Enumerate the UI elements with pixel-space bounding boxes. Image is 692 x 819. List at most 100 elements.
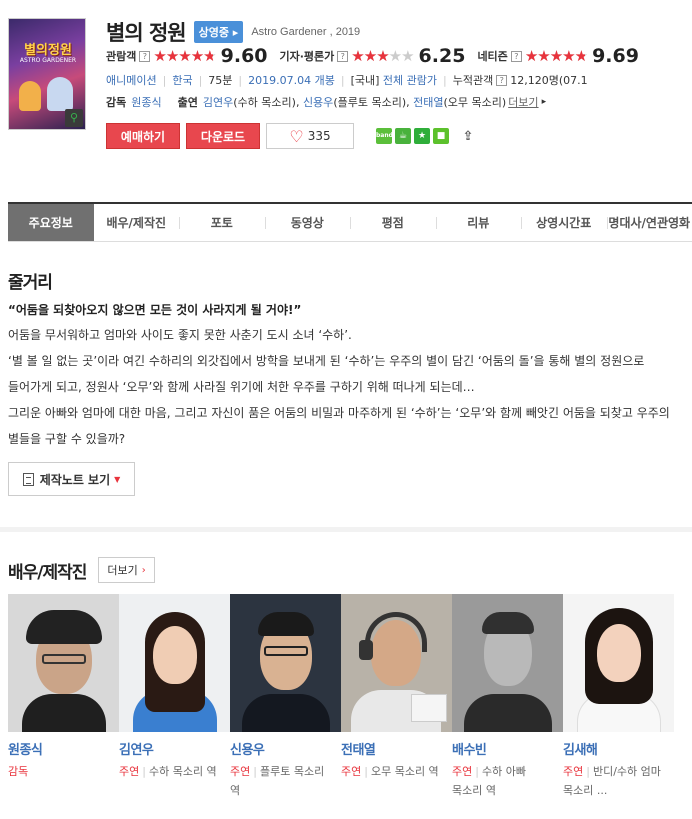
tab-rating[interactable]: 평점 [350,204,436,241]
person-photo[interactable] [8,594,119,732]
kakaostory-share-icon[interactable]: ☕ [395,128,411,144]
rating-score: 9.69 [592,45,639,67]
status-badge[interactable]: 상영중 ▸ [193,21,244,43]
action-buttons: 예매하기 다운로드 ♡ 335 band ☕ ★ ■ ⇪ [106,123,476,149]
audience-date: (07.1 [558,73,588,87]
like-button[interactable]: ♡ 335 [266,123,354,149]
director-link[interactable]: 원종식 [131,94,161,110]
person-photo[interactable] [341,594,452,732]
rating-label: 기자·평론가 [279,50,335,63]
ratings-row: 관람객 ? ★★★★★★★★★★ 9.60 기자·평론가 ? ★★★★★★★★★… [106,45,692,67]
person-name[interactable]: 배수빈 [452,739,563,758]
rating-netizen: 네티즌 ? ★★★★★ ★★★★★ 9.69 [477,45,639,67]
director-label: 감독 [106,96,127,109]
cast-list: 원종식 감독 김연우 주연 | 수하 목소리 역 신용우 주연 | 플루토 목소리 역 … [8,594,692,814]
chevron-right-icon: ▸ [541,97,547,107]
poster-character [19,81,41,111]
cast-card[interactable]: 신용우 주연 | 플루토 목소리 역 [230,594,341,814]
person-photo[interactable] [452,594,563,732]
reserve-button[interactable]: 예매하기 [106,123,180,149]
person-name[interactable]: 김연우 [119,739,230,758]
tab-video[interactable]: 동영상 [264,204,351,241]
production-notes-button[interactable]: 제작노트 보기 ▼ [8,462,135,496]
rating-score: 9.60 [220,45,268,67]
cast-card[interactable]: 김연우 주연 | 수하 목소리 역 [119,594,230,814]
cast-card[interactable]: 배수빈 주연 | 수하 아빠 목소리 역 [452,594,563,814]
person-name[interactable]: 원종식 [8,739,119,758]
poster-character [47,77,73,111]
synopsis-paragraph: ‘별 볼 일 없는 곳’이라 여긴 수하리의 외갓집에서 방학을 보내게 된 ‘… [8,354,645,394]
person-name[interactable]: 김새해 [563,739,674,758]
cast-link[interactable]: 전태열 [413,94,443,110]
cast-card[interactable]: 전태열 주연 | 오무 목소리 역 [341,594,452,814]
movie-header: 별의정원 ASTRO GARDENER ⚲ 별의 정원 상영중 ▸ Astro … [0,0,692,180]
zoom-icon[interactable]: ⚲ [65,109,83,127]
person-photo[interactable] [119,594,230,732]
audience-label: 누적관객 [452,74,494,87]
tab-showtimes[interactable]: 상영시간표 [521,204,607,241]
cast-more-button[interactable]: 더보기 › [98,557,155,583]
credits-row: 감독 원종식 출연 김연우 (수하 목소리), 신용우 (플루토 목소리), 전태열… [106,94,547,110]
rating-label: 관람객 [106,50,137,63]
band-share-icon[interactable]: band [376,128,393,144]
synopsis-paragraph: 어둠을 무서워하고 엄마와 사이도 좋지 못한 사춘기 도시 소녀 ‘수하’. [8,328,352,342]
cast-section-header: 배우/제작진 더보기 › [8,556,155,584]
rating-audience: 관람객 ? ★★★★★ ★★★★★ 9.60 [106,45,268,67]
country-link[interactable]: 한국 [172,72,192,88]
help-icon[interactable]: ? [510,50,522,62]
poster-title: 별의정원 [24,43,72,58]
tab-main-info[interactable]: 주요정보 [8,204,94,241]
tab-review[interactable]: 리뷰 [435,204,522,241]
document-icon [22,472,34,486]
heart-icon: ♡ [289,126,304,146]
cast-label: 출연 [177,96,198,109]
line-share-icon[interactable]: ■ [433,128,449,144]
cast-card[interactable]: 김새해 주연 | 반디/수하 엄마 목소리 ... [563,594,674,814]
section-divider [0,527,692,532]
synopsis-paragraph: 그리운 아빠와 엄마에 대한 마음, 그리고 자신이 품은 어둠의 비밀과 마주… [8,406,670,446]
person-name[interactable]: 신용우 [230,739,341,758]
cast-link[interactable]: 신용우 [303,94,333,110]
star-rating: ★★★★★★★★★★ [524,47,588,65]
poster-subtitle: ASTRO GARDENER [19,57,77,64]
person-role: 주연 | 반디/수하 엄마 목소리 ... [563,765,661,797]
person-photo[interactable] [230,594,341,732]
genre-link[interactable]: 애니메이션 [106,72,157,88]
runtime: 75분 [208,74,233,87]
title-row: 별의 정원 상영중 ▸ Astro Gardener , 2019 [106,20,361,45]
help-icon[interactable]: ? [139,50,151,62]
bookmark-star-icon[interactable]: ★ [414,128,430,144]
person-role-type: 감독 [8,765,29,778]
download-button[interactable]: 다운로드 [186,123,260,149]
star-rating: ★★★★★★★★★★ [351,47,414,65]
movie-poster[interactable]: 별의정원 ASTRO GARDENER ⚲ [8,18,86,130]
cast-role: (플루토 목소리) [333,96,407,109]
synopsis-lead: “어둠을 되찾아오지 않으면 모든 것이 사라지게 될 거야!” [8,303,302,317]
help-icon[interactable]: ? [496,74,508,86]
synopsis-text: “어둠을 되찾아오지 않으면 모든 것이 사라지게 될 거야!” 어둠을 무서워… [8,300,684,452]
original-title: Astro Gardener , 2019 [251,26,361,38]
cast-card[interactable]: 원종식 감독 [8,594,119,814]
cast-role: (수하 목소리) [233,96,296,109]
chevron-right-icon: › [141,564,146,576]
like-count: 335 [307,129,331,143]
tab-cast-crew[interactable]: 배우/제작진 [94,204,180,241]
credits-more-link[interactable]: 더보기 [508,94,538,110]
person-role: 주연 | 플루토 목소리 역 [230,765,325,797]
share-icons: band ☕ ★ ■ ⇪ [376,128,476,144]
movie-meta: 애니메이션 | 한국 | 75분 | 2019.07.04 개봉 | [국내] … [106,72,588,88]
person-role: 주연 | 수하 목소리 역 [119,765,217,778]
rating-prefix: [국내] [350,74,380,87]
help-icon[interactable]: ? [337,50,349,62]
age-rating-link[interactable]: 전체 관람가 [383,72,437,88]
cast-heading: 배우/제작진 [8,562,87,583]
release-date-link[interactable]: 2019.07.04 개봉 [248,72,335,88]
tab-quotes-related[interactable]: 명대사/연관영화 [606,204,692,241]
share-icon[interactable]: ⇪ [460,128,476,144]
person-name[interactable]: 전태열 [341,739,452,758]
rating-critics: 기자·평론가 ? ★★★★★★★★★★ 6.25 [280,45,466,67]
person-role: 주연 | 수하 아빠 목소리 역 [452,765,526,797]
tab-photo[interactable]: 포토 [179,204,265,241]
cast-link[interactable]: 김연우 [203,94,233,110]
person-photo[interactable] [563,594,674,732]
